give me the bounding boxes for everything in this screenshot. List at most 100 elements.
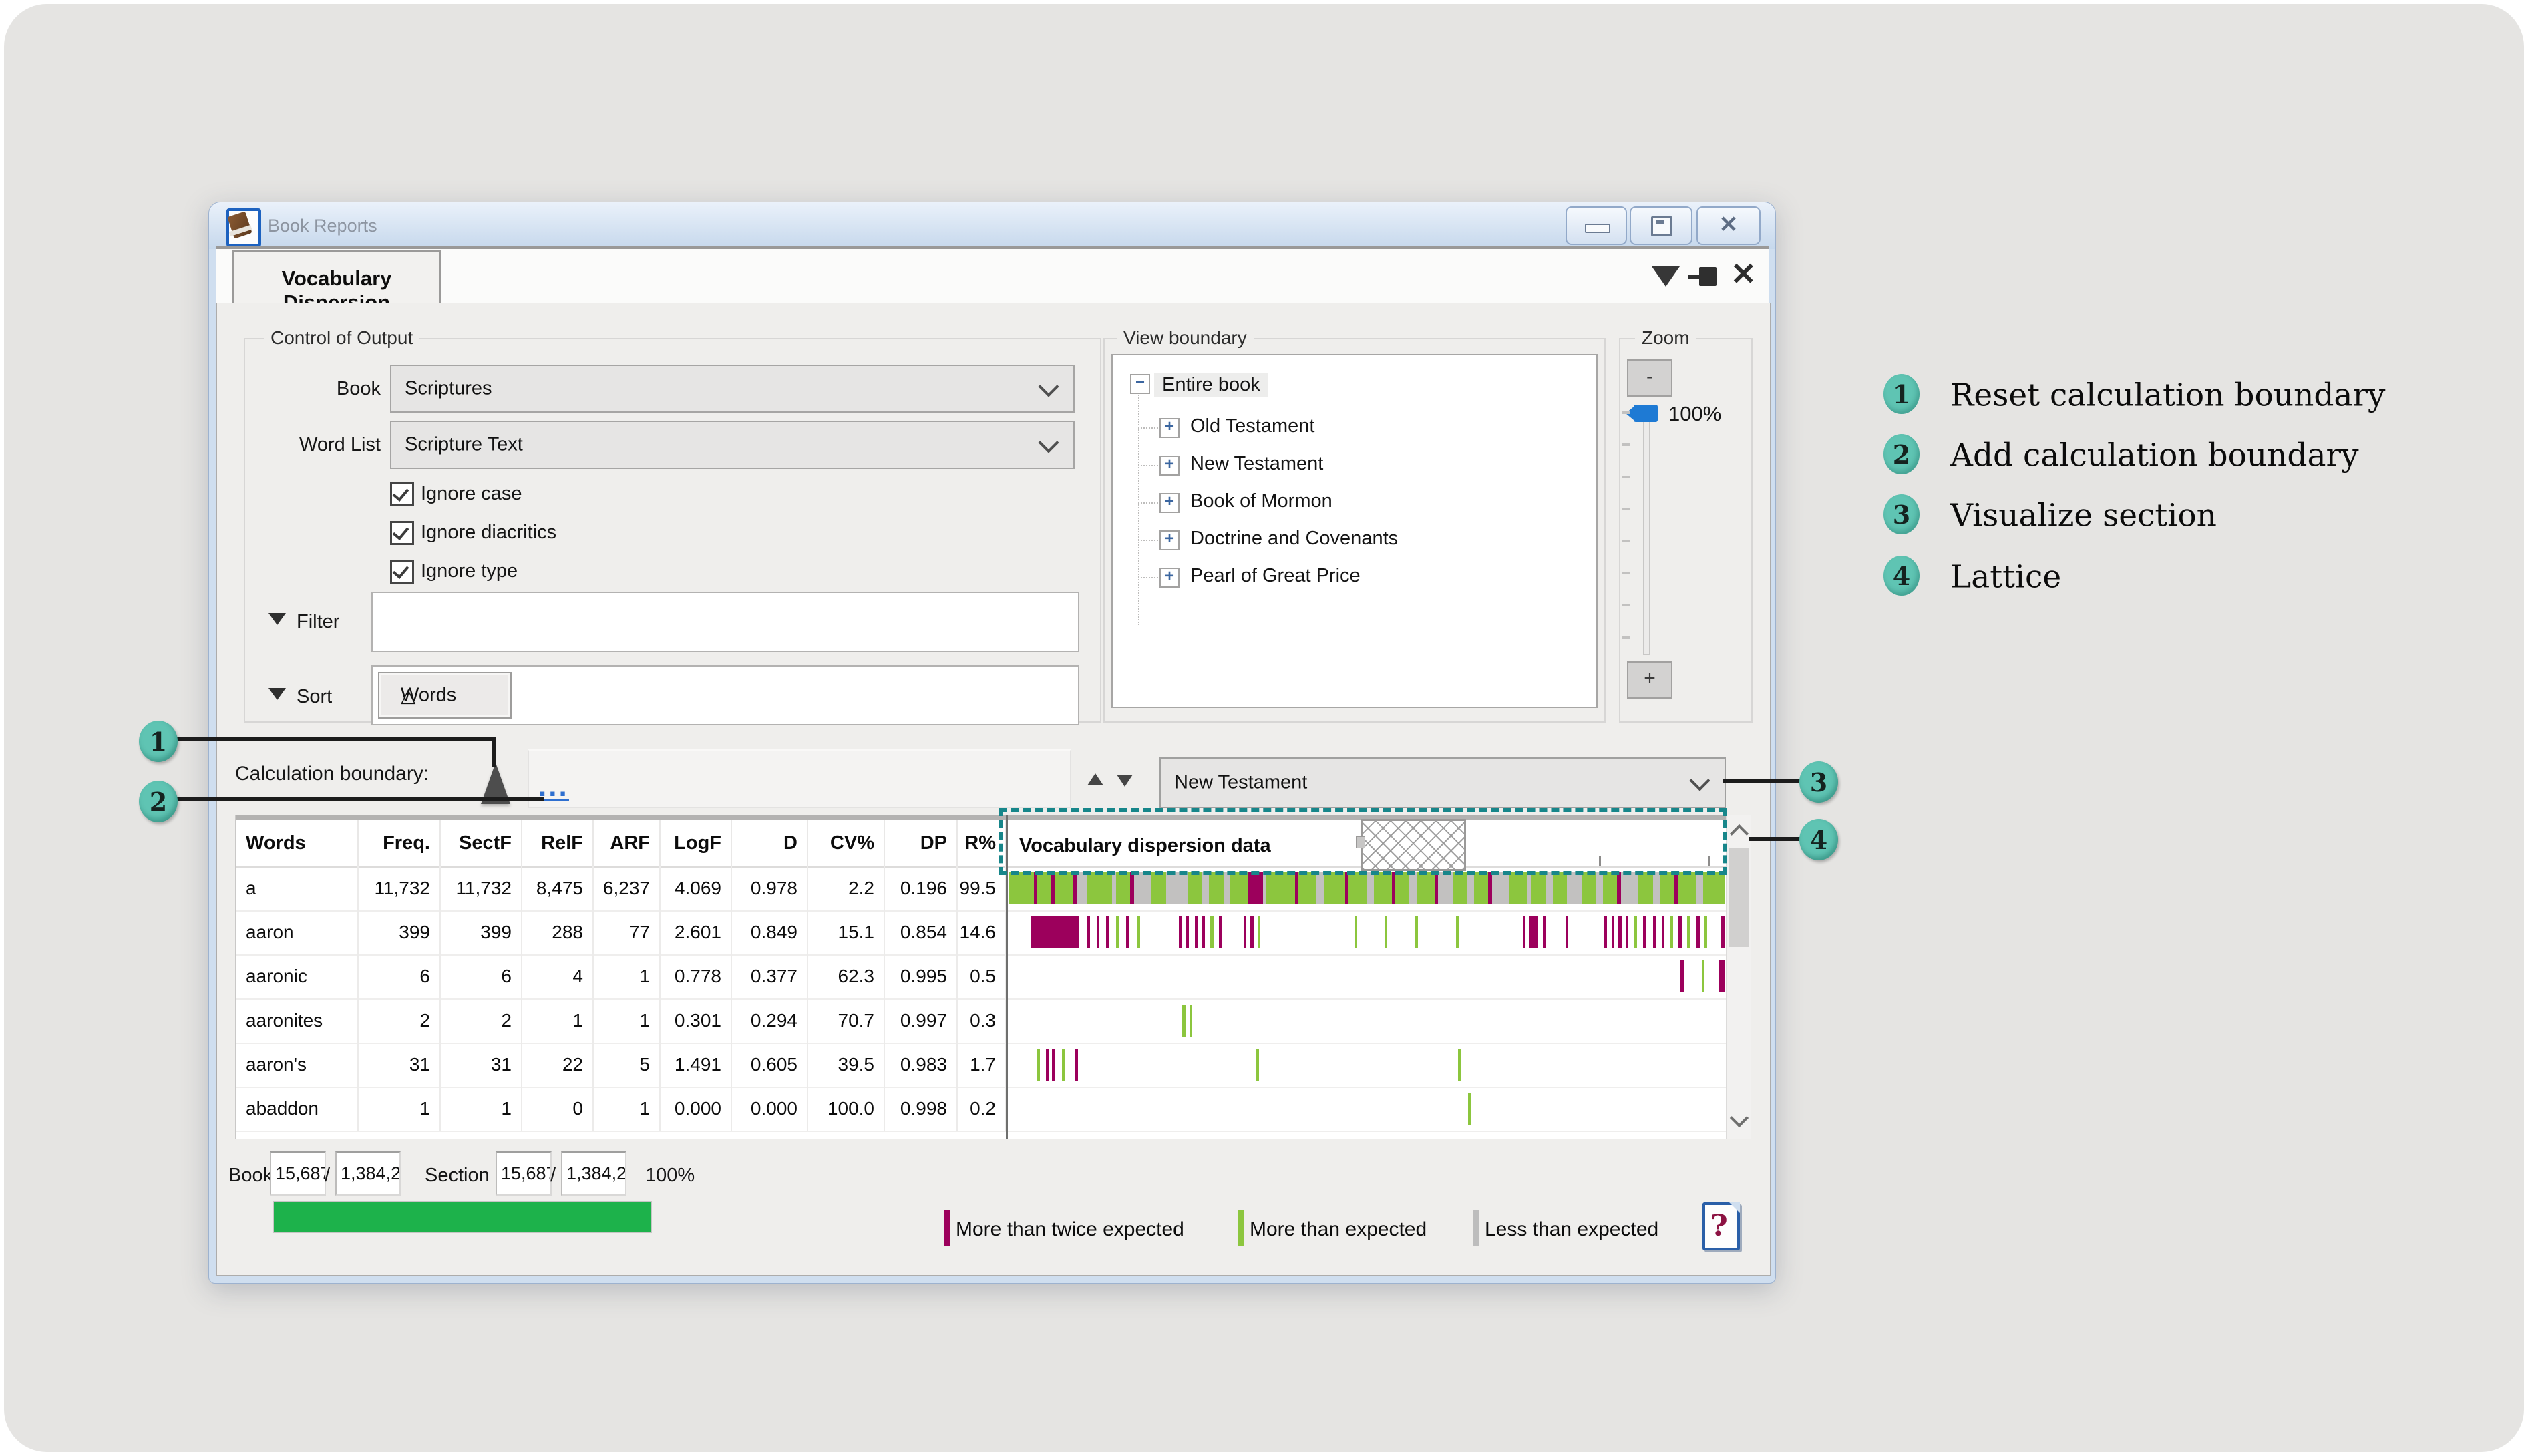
pin-icon[interactable] [1688,265,1721,288]
table-row[interactable]: aaronic66410.7780.37762.30.9950.5 [236,954,1750,1000]
book-total-input[interactable]: 1,384,233 [335,1151,401,1196]
ignore-type-checkbox[interactable] [390,560,414,584]
dispersion-segment [1374,872,1392,904]
scroll-up-icon[interactable] [1730,824,1749,843]
dispersion-segment [1670,916,1673,948]
tab-close-icon[interactable]: ✕ [1731,262,1757,285]
table-row[interactable]: aaron399399288772.6010.84915.10.85414.6 [236,910,1750,956]
tab-strip: Vocabulary Dispersion ✕ [216,246,1769,307]
cell: 6 [359,954,441,998]
dispersion-segment [1458,1049,1461,1081]
tab-menu-dropdown-icon[interactable] [1652,266,1680,287]
zoom-slider-track[interactable] [1643,419,1650,655]
dispersion-segment [1660,872,1674,904]
tree-item-old-testament[interactable]: Old Testament [1190,415,1314,437]
annotation-number: 1 [1883,374,1920,414]
cell: abaddon [236,1087,359,1131]
expand-expander-icon[interactable]: + [1159,418,1180,438]
ignore-diacritics-label: Ignore diacritics [421,522,556,544]
table-row[interactable]: abaddon11010.0000.000100.00.9980.2 [236,1087,1750,1132]
column-header-d[interactable]: D [732,820,808,866]
minimize-button[interactable] [1566,206,1627,245]
book-count-input[interactable]: 15,687 [270,1151,326,1196]
sort-words-chip[interactable]: Words △ [378,672,512,719]
filter-collapse-icon[interactable] [268,613,286,625]
cell: 399 [441,910,522,954]
dispersion-segment [1230,872,1248,904]
tree-item-pearl-of-great-price[interactable]: Pearl of Great Price [1190,565,1361,587]
zoom-slider-handle[interactable] [1634,405,1658,422]
vertical-scrollbar[interactable] [1726,815,1751,1139]
restore-button[interactable] [1630,206,1692,245]
dispersion-segment [1509,872,1527,904]
column-header-dp[interactable]: DP [885,820,958,866]
tree-item-new-testament[interactable]: New Testament [1190,453,1323,475]
expand-expander-icon[interactable]: + [1159,493,1180,513]
cell: 2.601 [661,910,732,954]
add-calc-boundary-link[interactable]: ... [538,780,569,793]
sort-label: Sort [297,686,332,708]
cell: 1 [594,998,661,1043]
cell: aaronic [236,954,359,998]
help-icon[interactable]: ? [1702,1202,1740,1250]
cell: aaron [236,910,359,954]
column-header-arf[interactable]: ARF [594,820,661,866]
calc-boundary-field[interactable] [528,749,1071,808]
table-row[interactable]: aaronites22110.3010.29470.70.9970.3 [236,998,1750,1044]
minimize-icon [1585,224,1610,233]
column-header-sectf[interactable]: SectF [441,820,522,866]
column-header-relf[interactable]: RelF [522,820,594,866]
expand-expander-icon[interactable]: + [1159,456,1180,476]
wordlist-dropdown-value: Scripture Text [405,434,523,456]
tree-item-entire-book[interactable]: Entire book [1154,373,1268,397]
dispersion-bar [1009,1005,1725,1037]
filter-input[interactable] [371,592,1079,652]
close-button[interactable]: ✕ [1696,206,1761,245]
scroll-down-icon[interactable] [1730,1109,1749,1127]
dispersion-segment [1316,872,1324,904]
column-header-logf[interactable]: LogF [661,820,732,866]
close-icon: ✕ [1719,211,1739,238]
column-header-freq[interactable]: Freq. [359,820,441,866]
book-dropdown[interactable]: Scriptures [390,365,1075,413]
dispersion-segment [1055,872,1073,904]
zoom-out-button[interactable]: - [1627,359,1672,397]
dispersion-segment [1182,1005,1185,1037]
dispersion-segment [1195,916,1198,948]
zoom-in-button[interactable]: + [1627,661,1672,699]
cell: 0.377 [732,954,808,998]
column-header-words[interactable]: Words [236,820,359,866]
tree-item-book-of-mormon[interactable]: Book of Mormon [1190,490,1332,512]
titlebar[interactable]: Book Reports ✕ [209,202,1775,249]
section-total-input[interactable]: 1,384,233 [561,1151,626,1196]
sort-collapse-icon[interactable] [268,688,286,700]
dispersion-segment [1621,872,1639,904]
expand-expander-icon[interactable]: + [1159,568,1180,588]
ignore-case-checkbox[interactable] [390,482,414,506]
column-header-cv[interactable]: CV% [808,820,885,866]
cell: 11,732 [359,866,441,910]
callout-circle-4: 4 [1799,819,1838,860]
annotation-label: Lattice [1950,559,2061,596]
tree-item-doctrine-and-covenants[interactable]: Doctrine and Covenants [1190,528,1398,550]
cell: 0.5 [958,954,1007,998]
section-count-input[interactable]: 15,687 [496,1151,552,1196]
zoom-value: 100% [1668,402,1721,426]
cell: 0.778 [661,954,732,998]
section-up-icon[interactable] [1087,773,1103,785]
section-down-icon[interactable] [1117,775,1133,787]
wordlist-dropdown[interactable]: Scripture Text [390,421,1075,469]
zoom-tick [1622,443,1630,446]
collapse-expander-icon[interactable]: − [1130,374,1150,394]
tab-vocabulary-dispersion[interactable]: Vocabulary Dispersion [232,250,441,307]
ignore-diacritics-checkbox[interactable] [390,521,414,545]
table-row[interactable]: aaron's31312251.4910.60539.50.9831.7 [236,1043,1750,1088]
cell: 0.2 [958,1087,1007,1131]
cell: 77 [594,910,661,954]
section-combo[interactable]: New Testament [1159,757,1726,808]
book-dropdown-value: Scriptures [405,378,492,400]
expand-expander-icon[interactable]: + [1159,530,1180,550]
dispersion-segment [1126,916,1129,948]
dispersion-segment [1116,872,1130,904]
scrollbar-thumb[interactable] [1729,848,1749,947]
